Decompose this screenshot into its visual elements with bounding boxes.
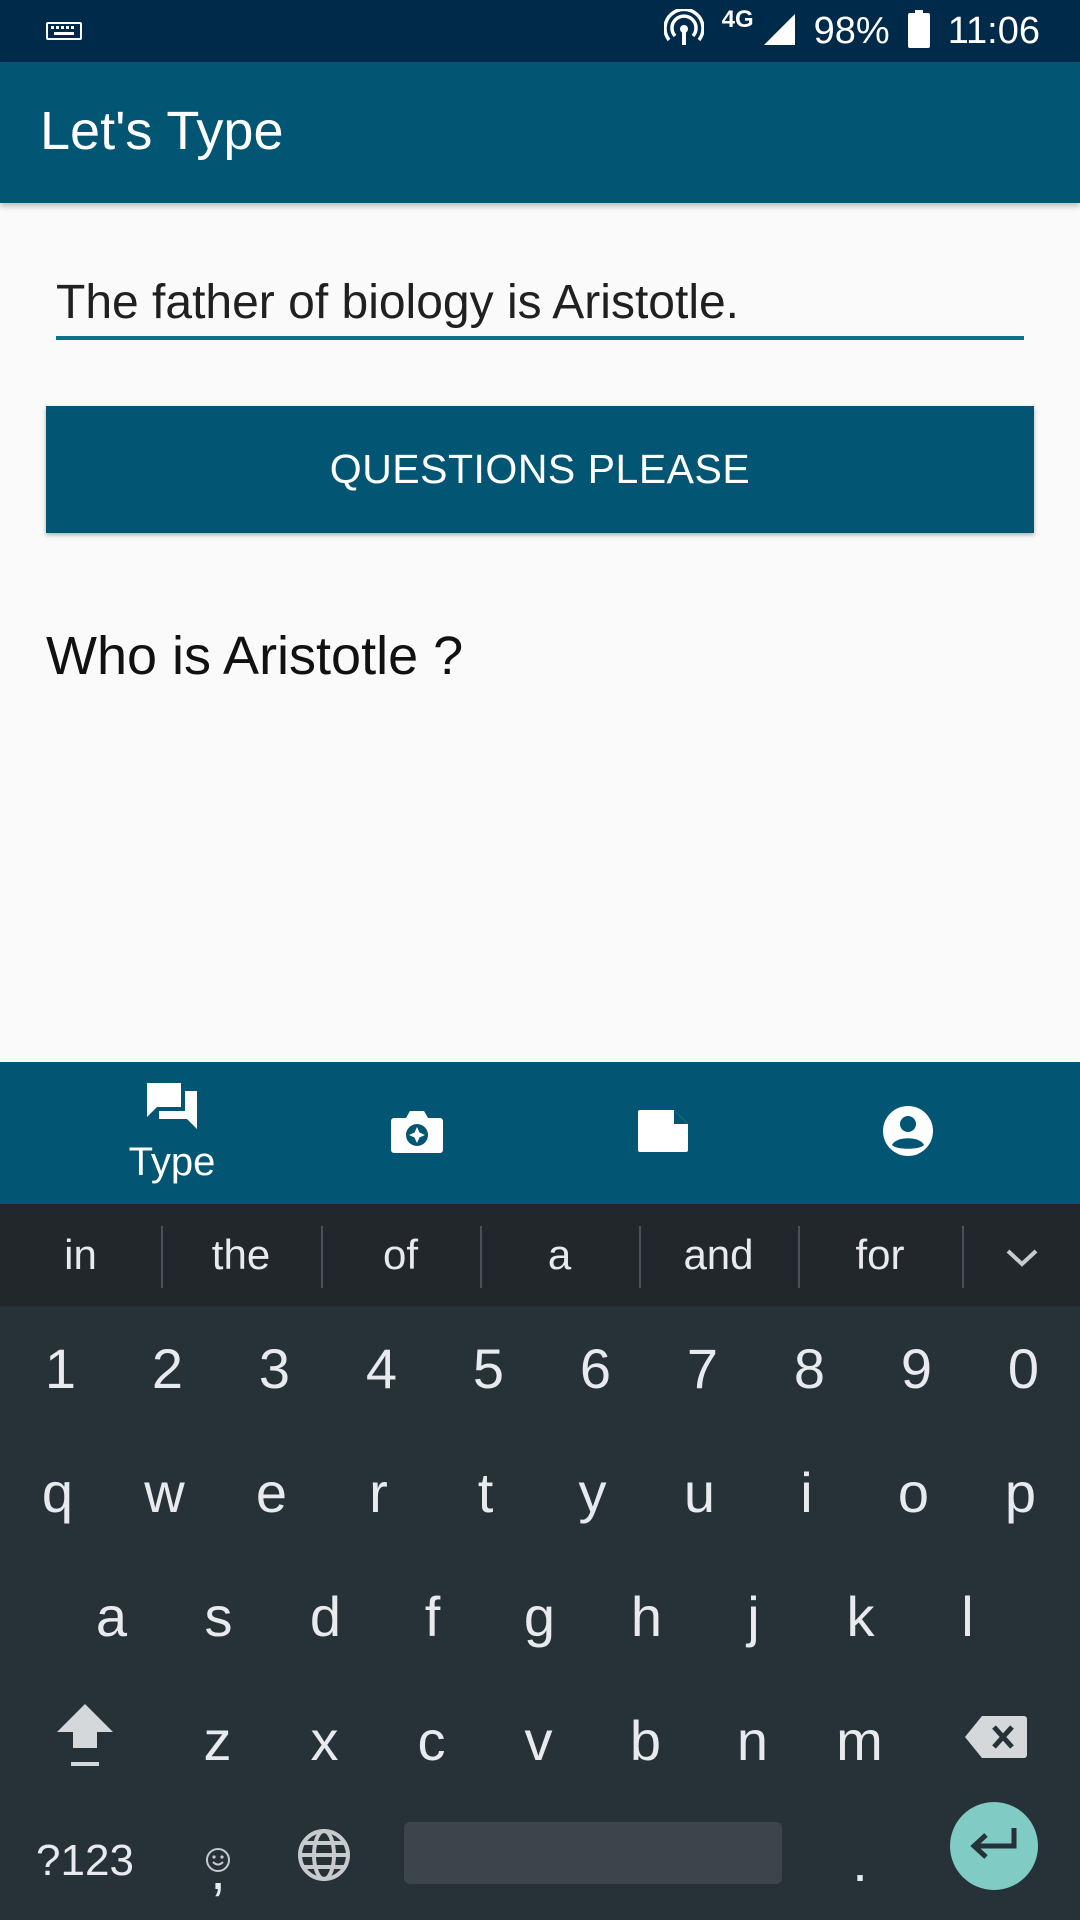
app-bar: Let's Type (0, 62, 1080, 203)
symbols-key[interactable]: ?123 (20, 1802, 150, 1920)
period-key[interactable]: . (810, 1802, 910, 1920)
key-y[interactable]: y (539, 1430, 646, 1554)
key-c[interactable]: c (378, 1678, 485, 1802)
suggestion-the[interactable]: the (161, 1204, 321, 1306)
key-j[interactable]: j (700, 1554, 807, 1678)
note-icon (637, 1109, 689, 1158)
clock: 11:06 (947, 9, 1040, 52)
key-p[interactable]: p (967, 1430, 1074, 1554)
soft-keyboard: in the of a and for 1 2 3 4 5 6 7 8 9 0 … (0, 1204, 1080, 1920)
key-4[interactable]: 4 (328, 1306, 435, 1430)
bottom-navigation: Type (0, 1062, 1080, 1204)
key-w[interactable]: w (111, 1430, 218, 1554)
key-v[interactable]: v (485, 1678, 592, 1802)
suggestion-and[interactable]: and (639, 1204, 798, 1306)
key-z[interactable]: z (164, 1678, 271, 1802)
backspace-icon (964, 1708, 1028, 1773)
suggestion-for[interactable]: for (798, 1204, 962, 1306)
account-icon (882, 1105, 934, 1162)
network-type: 4G (721, 6, 754, 33)
key-n[interactable]: n (699, 1678, 806, 1802)
key-r[interactable]: r (325, 1430, 432, 1554)
backspace-key[interactable] (936, 1678, 1056, 1802)
shift-icon (53, 1698, 117, 1783)
key-i[interactable]: i (753, 1430, 860, 1554)
key-3[interactable]: 3 (221, 1306, 328, 1430)
space-key[interactable] (404, 1822, 782, 1884)
shift-key[interactable] (30, 1678, 140, 1802)
chevron-down-icon (1005, 1231, 1039, 1279)
chat-icon (145, 1081, 199, 1136)
screen: 4G 98% 11:06 Let's Type QUESTIONS PLEASE… (0, 0, 1080, 1920)
key-f[interactable]: f (379, 1554, 486, 1678)
suggestion-a[interactable]: a (480, 1204, 639, 1306)
key-u[interactable]: u (646, 1430, 753, 1554)
key-5[interactable]: 5 (435, 1306, 542, 1430)
enter-key[interactable] (950, 1802, 1038, 1890)
key-7[interactable]: 7 (649, 1306, 756, 1430)
battery-percentage: 98% (813, 9, 890, 52)
key-9[interactable]: 9 (863, 1306, 970, 1430)
comma-key-label: , (210, 1837, 226, 1901)
hotspot-icon (662, 7, 705, 54)
globe-icon (297, 1828, 351, 1895)
key-t[interactable]: t (432, 1430, 539, 1554)
app-title: Let's Type (40, 101, 284, 161)
key-e[interactable]: e (218, 1430, 325, 1554)
key-0[interactable]: 0 (970, 1306, 1077, 1430)
comma-emoji-key[interactable]: , (170, 1802, 266, 1920)
nav-item-note[interactable] (583, 1062, 743, 1204)
key-o[interactable]: o (860, 1430, 967, 1554)
status-bar: 4G 98% 11:06 (0, 0, 1080, 62)
key-h[interactable]: h (593, 1554, 700, 1678)
keyboard-icon (46, 18, 82, 47)
key-b[interactable]: b (592, 1678, 699, 1802)
key-8[interactable]: 8 (756, 1306, 863, 1430)
questions-please-button[interactable]: QUESTIONS PLEASE (46, 406, 1034, 533)
suggestion-strip: in the of a and for (0, 1204, 1080, 1306)
key-m[interactable]: m (806, 1678, 913, 1802)
enter-icon (968, 1826, 1020, 1867)
key-6[interactable]: 6 (542, 1306, 649, 1430)
language-key[interactable] (276, 1802, 372, 1920)
nav-item-account[interactable] (828, 1062, 988, 1204)
key-a[interactable]: a (58, 1554, 165, 1678)
suggestion-in[interactable]: in (0, 1204, 161, 1306)
nav-item-type-label: Type (128, 1140, 216, 1184)
expand-suggestions-button[interactable] (964, 1204, 1080, 1306)
key-x[interactable]: x (271, 1678, 378, 1802)
key-1[interactable]: 1 (7, 1306, 114, 1430)
key-d[interactable]: d (272, 1554, 379, 1678)
nav-item-type[interactable]: Type (92, 1062, 252, 1204)
key-k[interactable]: k (807, 1554, 914, 1678)
key-g[interactable]: g (486, 1554, 593, 1678)
suggestion-of[interactable]: of (321, 1204, 480, 1306)
key-s[interactable]: s (165, 1554, 272, 1678)
camera-icon (390, 1108, 444, 1159)
key-l[interactable]: l (914, 1554, 1021, 1678)
sentence-input[interactable] (56, 268, 1024, 340)
nav-item-camera[interactable] (337, 1062, 497, 1204)
key-2[interactable]: 2 (114, 1306, 221, 1430)
key-q[interactable]: q (4, 1430, 111, 1554)
generated-question: Who is Aristotle ? (46, 626, 464, 686)
battery-icon (907, 9, 930, 53)
signal-icon (762, 12, 796, 51)
